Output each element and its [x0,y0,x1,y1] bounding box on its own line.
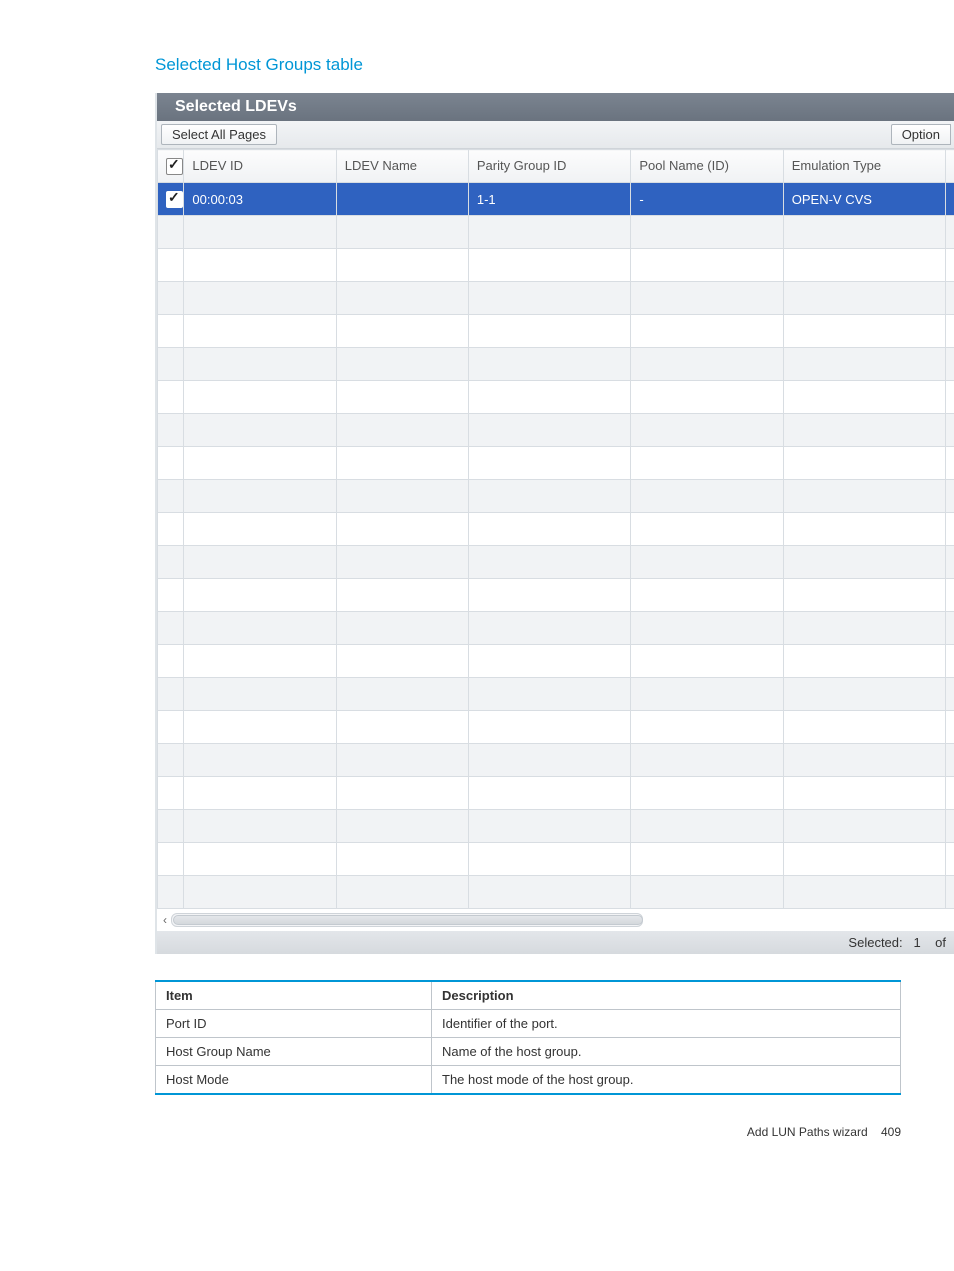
table-row [158,480,954,513]
desc-row: Host Group NameName of the host group. [156,1038,901,1066]
checkbox-icon [166,158,183,175]
table-row [158,546,954,579]
cell-emulation-type: OPEN-V CVS [783,183,946,216]
scroll-thumb[interactable] [173,915,643,925]
col-pool-name[interactable]: Pool Name (ID) [631,150,783,183]
desc-header-description: Description [432,981,901,1010]
footer-page: 409 [881,1125,901,1139]
table-row [158,843,954,876]
select-all-pages-button[interactable]: Select All Pages [161,124,277,145]
col-ldev-name[interactable]: LDEV Name [336,150,468,183]
table-row [158,711,954,744]
table-row [158,678,954,711]
table-row [158,315,954,348]
cell-parity-group-id: 1-1 [468,183,631,216]
description-table: Item Description Port IDIdentifier of th… [155,980,901,1095]
desc-row: Host ModeThe host mode of the host group… [156,1066,901,1095]
table-row [158,513,954,546]
cell-capacity [946,183,954,216]
status-count: 1 [913,935,920,950]
table-row [158,876,954,909]
options-button[interactable]: Option [891,124,951,145]
row-checkbox-cell[interactable] [158,183,184,216]
col-ldev-id[interactable]: LDEV ID [184,150,336,183]
page-footer: Add LUN Paths wizard 409 [155,1125,901,1139]
cell-ldev-id: 00:00:03 [184,183,336,216]
desc-description: Identifier of the port. [432,1010,901,1038]
table-row [158,348,954,381]
panel-toolbar: Select All Pages Option [157,121,954,149]
desc-item: Host Mode [156,1066,432,1095]
table-row [158,282,954,315]
desc-item: Host Group Name [156,1038,432,1066]
scroll-track [171,913,643,927]
desc-description: Name of the host group. [432,1038,901,1066]
table-row [158,249,954,282]
status-of: of [935,935,946,950]
table-row [158,414,954,447]
col-capacity[interactable]: C [946,150,954,183]
table-row [158,579,954,612]
desc-description: The host mode of the host group. [432,1066,901,1095]
table-row [158,744,954,777]
cell-pool-name: - [631,183,783,216]
section-title: Selected Host Groups table [155,55,954,75]
table-row[interactable]: 00:00:03 1-1-OPEN-V CVS [158,183,954,216]
desc-item: Port ID [156,1010,432,1038]
table-row [158,447,954,480]
table-row [158,777,954,810]
footer-text: Add LUN Paths wizard [747,1125,868,1139]
table-row [158,810,954,843]
table-row [158,645,954,678]
scroll-left-icon: ‹ [163,913,167,927]
ldev-table: LDEV ID LDEV Name Parity Group ID Pool N… [157,149,954,909]
desc-header-item: Item [156,981,432,1010]
col-emulation-type[interactable]: Emulation Type [783,150,946,183]
table-row [158,381,954,414]
table-row [158,612,954,645]
checkbox-icon [166,191,183,208]
selected-ldevs-panel: Selected LDEVs Select All Pages Option L… [155,93,954,954]
desc-row: Port IDIdentifier of the port. [156,1010,901,1038]
status-bar: Selected: 1 of [157,931,954,954]
status-label: Selected: [848,935,902,950]
col-parity-group-id[interactable]: Parity Group ID [468,150,631,183]
header-checkbox-cell[interactable] [158,150,184,183]
panel-title: Selected LDEVs [157,93,954,121]
horizontal-scrollbar[interactable]: ‹ [157,909,954,931]
cell-ldev-name [336,183,468,216]
table-row [158,216,954,249]
